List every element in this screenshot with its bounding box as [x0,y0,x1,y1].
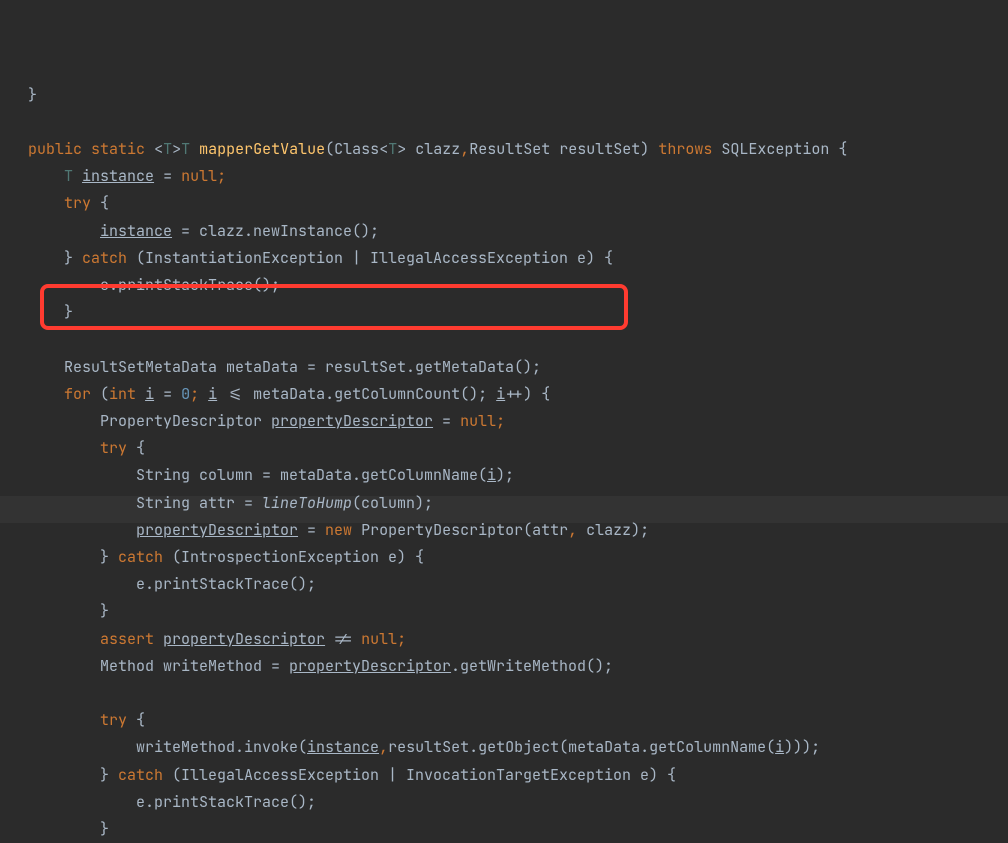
code-line [28,683,37,703]
code-line: writeMethod.invoke(instance,resultSet.ge… [28,737,820,757]
code-line: PropertyDescriptor propertyDescriptor = … [28,411,505,431]
code-line: String attr = lineToHump(column); [28,493,433,513]
code-line: e.printStackTrace(); [28,275,280,295]
code-line: for (int i = 0; i <= metaData.getColumnC… [28,384,550,404]
code-line: Method writeMethod = propertyDescriptor.… [28,656,613,676]
code-line: } [28,601,109,621]
code-line: } catch (IntrospectionException e) { [28,547,424,567]
code-line: try { [28,438,145,458]
code-line [28,329,37,349]
code-line: public static <T>T mapperGetValue(Class<… [28,139,847,159]
code-line: propertyDescriptor = new PropertyDescrip… [28,520,649,540]
code-line: e.printStackTrace(); [28,574,316,594]
code-editor[interactable]: } public static <T>T mapperGetValue(Clas… [0,0,1008,843]
code-line: } catch (IllegalAccessException | Invoca… [28,765,676,785]
code-line: assert propertyDescriptor != null; [28,629,406,649]
code-line [28,112,37,132]
code-line: } catch (InstantiationException | Illega… [28,248,613,268]
code-line: } [28,302,73,322]
code-line: e.printStackTrace(); [28,792,316,812]
code-line: String column = metaData.getColumnName(i… [28,465,514,485]
code-line: ResultSetMetaData metaData = resultSet.g… [28,357,541,377]
code-line: } [28,819,109,839]
code-line: try { [28,710,145,730]
code-line: instance = clazz.newInstance(); [28,221,379,241]
code-line: } [28,85,37,105]
code-line: try { [28,193,109,213]
code-line: T instance = null; [28,166,226,186]
